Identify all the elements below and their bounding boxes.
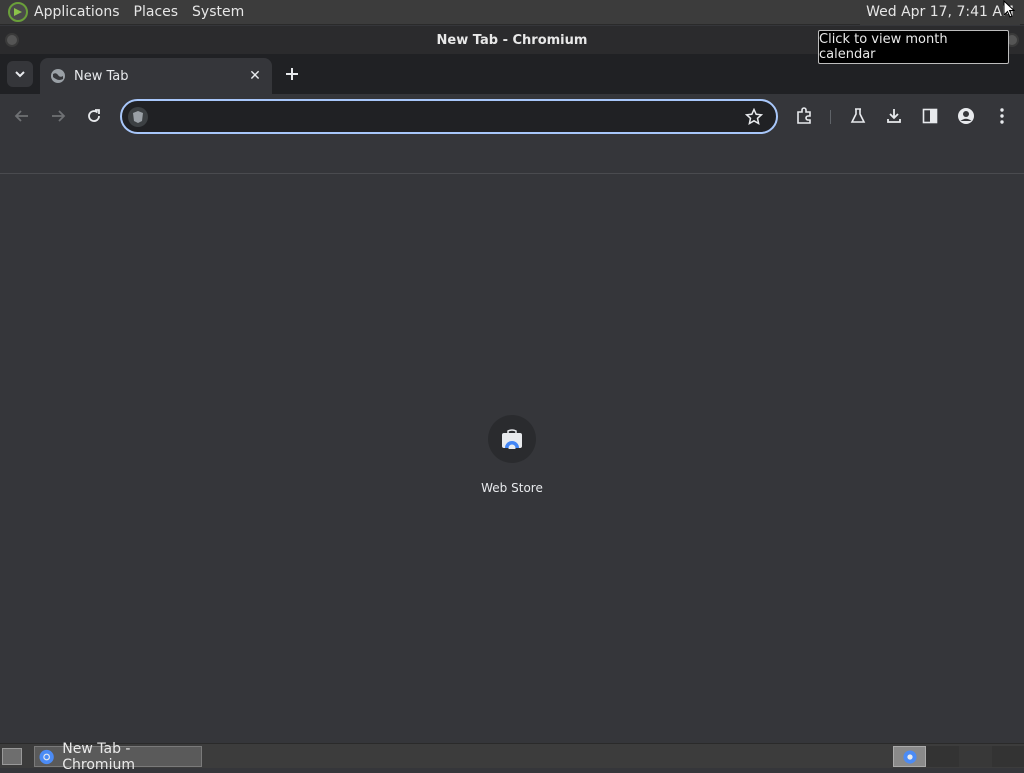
site-info-icon[interactable] <box>128 107 148 127</box>
plus-icon <box>286 68 298 80</box>
forward-button[interactable] <box>46 104 70 128</box>
web-store-icon <box>502 429 522 449</box>
extensions-icon <box>797 107 811 124</box>
bookmark-star-button[interactable] <box>744 107 764 127</box>
back-button[interactable] <box>10 104 34 128</box>
workspace-1[interactable] <box>893 746 926 767</box>
menu-places[interactable]: Places <box>134 4 179 20</box>
forward-icon <box>52 110 66 122</box>
taskbar-item-chromium[interactable]: New Tab - Chromium <box>34 741 202 773</box>
reload-icon <box>88 109 100 122</box>
profile-icon <box>958 108 974 124</box>
show-desktop-icon[interactable] <box>2 748 22 765</box>
globe-icon <box>51 69 65 83</box>
chromium-icon <box>39 749 54 764</box>
side-panel-icon <box>922 108 938 124</box>
shortcut-web-store[interactable]: Web Store <box>462 415 562 505</box>
window-title: New Tab - Chromium <box>436 32 588 48</box>
toolbar-divider <box>830 110 831 124</box>
panel-clock[interactable]: Wed Apr 17, 7:41 AM <box>860 0 1020 25</box>
shortcut-tile <box>488 415 536 463</box>
chromium-icon <box>902 749 917 764</box>
labs-button[interactable] <box>846 104 870 128</box>
new-tab-button[interactable] <box>282 64 302 84</box>
menu-system[interactable]: System <box>192 4 244 20</box>
clock-tooltip: Click to view month calendar <box>818 30 1009 64</box>
window-menu-button[interactable] <box>5 33 19 47</box>
back-icon <box>14 110 28 122</box>
mouse-cursor-icon <box>1003 0 1015 18</box>
address-input[interactable] <box>156 105 736 129</box>
side-panel-button[interactable] <box>918 104 942 128</box>
omnibox[interactable] <box>120 99 778 134</box>
star-icon <box>745 108 763 126</box>
browser-toolbar <box>0 94 1024 139</box>
labs-icon <box>850 108 866 123</box>
top-panel: Applications Places System Wed Apr 17, 7… <box>0 0 1024 25</box>
profile-button[interactable] <box>954 104 978 128</box>
download-icon <box>887 109 901 123</box>
tab-close-icon[interactable]: ✕ <box>246 67 264 85</box>
bookmark-bar <box>0 139 1024 174</box>
menu-applications[interactable]: Applications <box>34 4 120 20</box>
tab-search-button[interactable] <box>7 61 33 87</box>
reload-button[interactable] <box>82 104 106 128</box>
distro-logo-icon[interactable] <box>8 2 28 22</box>
shortcut-label: Web Store <box>481 481 543 495</box>
new-tab-page: Web Store <box>0 175 1024 743</box>
extensions-button[interactable] <box>792 104 816 128</box>
chevron-down-icon <box>15 71 25 78</box>
workspace-3[interactable] <box>959 746 992 767</box>
tab-new-tab[interactable]: New Tab ✕ <box>40 58 272 94</box>
workspace-2[interactable] <box>926 746 959 767</box>
tab-label: New Tab <box>74 68 129 84</box>
bottom-panel: New Tab - Chromium <box>0 741 1024 773</box>
downloads-button[interactable] <box>882 104 906 128</box>
workspace-4[interactable] <box>992 746 1024 767</box>
chrome-menu-button[interactable] <box>990 104 1014 128</box>
menu-icon <box>1000 108 1004 124</box>
